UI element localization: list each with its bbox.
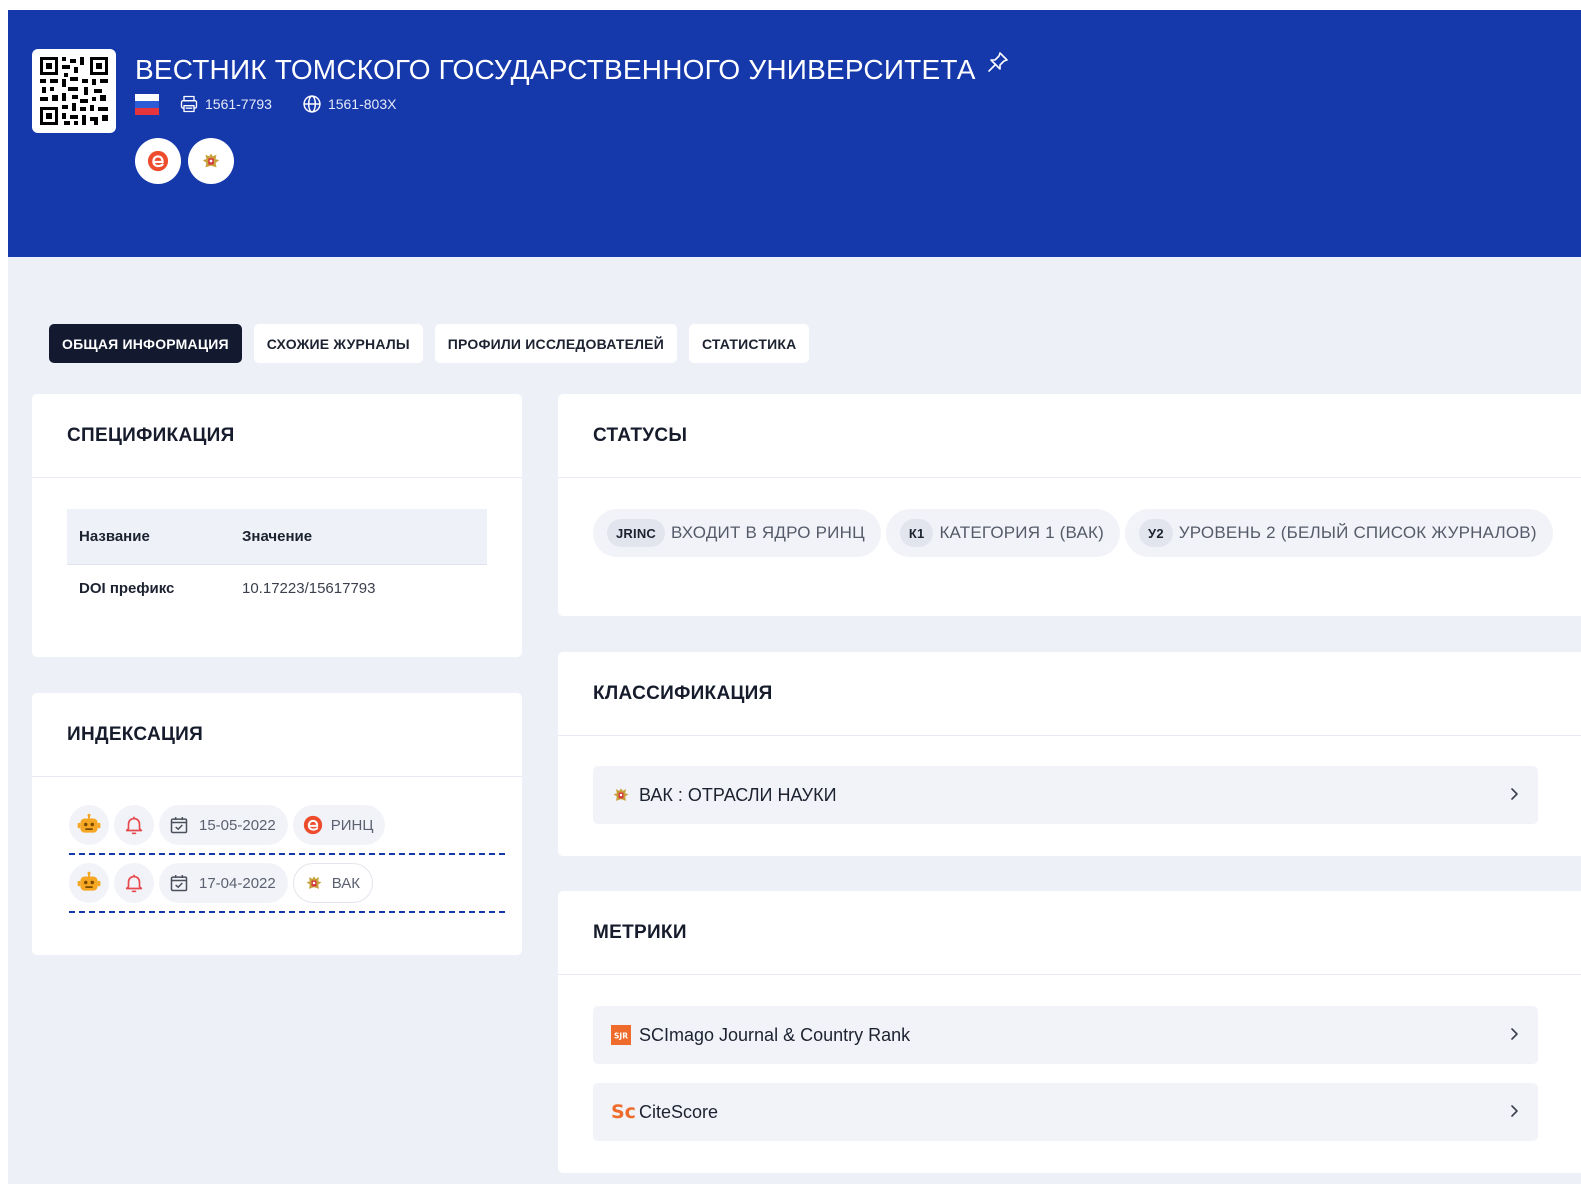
bell-icon — [125, 874, 143, 893]
online-issn: 1561-803X — [302, 94, 397, 114]
section-tabs: ОБЩАЯ ИНФОРМАЦИЯ СХОЖИЕ ЖУРНАЛЫ ПРОФИЛИ … — [49, 324, 821, 363]
robot-icon — [77, 813, 101, 833]
col-name-header: Название — [79, 528, 150, 545]
indexing-row: 15-05-2022 РИНЦ — [69, 797, 505, 855]
robot-button[interactable] — [69, 805, 109, 845]
metric-item-sjr[interactable]: SJR SCImago Journal & Country Rank — [593, 1006, 1538, 1064]
chevron-right-icon — [1511, 788, 1518, 800]
specification-table: Название Значение DOI префикс 10.17223/1… — [67, 509, 487, 611]
qr-code-icon — [40, 57, 108, 125]
elibrary-logo-button[interactable] — [135, 138, 181, 184]
indexing-card: ИНДЕКСАЦИЯ 15-05-2022 РИНЦ 17-04-2022 ВА… — [32, 693, 522, 955]
russia-flag-icon — [135, 94, 159, 115]
calendar-check-icon — [170, 817, 188, 834]
index-source: РИНЦ — [330, 816, 374, 834]
vak-logo-button[interactable] — [188, 138, 234, 184]
journal-meta: 1561-7793 1561-803X — [135, 92, 426, 116]
status-chips: JRINC ВХОДИТ В ЯДРО РИНЦ К1 КАТЕГОРИЯ 1 … — [593, 509, 1558, 557]
sjr-badge-text: SJR — [614, 1032, 628, 1041]
printer-icon — [180, 95, 198, 113]
calendar-check-icon — [170, 875, 188, 892]
journal-title-row: ВЕСТНИК ТОМСКОГО ГОСУДАРСТВЕННОГО УНИВЕР… — [135, 52, 1010, 88]
date-badge: 15-05-2022 — [159, 805, 288, 845]
metric-label: CiteScore — [639, 1101, 719, 1122]
classification-card: КЛАССИФИКАЦИЯ ВАК : ОТРАСЛИ НАУКИ — [558, 652, 1581, 856]
status-label: ВХОДИТ В ЯДРО РИНЦ — [671, 523, 865, 542]
metric-item-citescore[interactable]: Sc CiteScore — [593, 1083, 1538, 1141]
print-issn: 1561-7793 — [179, 94, 272, 114]
citescore-logo-icon: Sc — [611, 1101, 636, 1123]
doi-prefix-label: DOI префикс — [79, 579, 175, 597]
elibrary-logo-icon — [303, 815, 322, 835]
status-code: К1 — [899, 519, 934, 547]
robot-button[interactable] — [69, 863, 109, 903]
journal-title: ВЕСТНИК ТОМСКОГО ГОСУДАРСТВЕННОГО УНИВЕР… — [135, 54, 976, 85]
statuses-title: СТАТУСЫ — [558, 394, 1581, 478]
source-badge-rinc[interactable]: РИНЦ — [292, 805, 386, 845]
date-badge: 17-04-2022 — [159, 863, 288, 903]
page: ВЕСТНИК ТОМСКОГО ГОСУДАРСТВЕННОГО УНИВЕР… — [8, 10, 1581, 1184]
indexing-row: 17-04-2022 ВАК — [69, 855, 505, 913]
online-issn-value: 1561-803X — [327, 96, 397, 112]
tab-statistics[interactable]: СТАТИСТИКА — [688, 324, 810, 363]
chevron-right-icon — [1511, 1028, 1518, 1040]
chevron-right-icon — [1511, 1105, 1518, 1117]
status-chip-u2[interactable]: У2 УРОВЕНЬ 2 (БЕЛЫЙ СПИСОК ЖУРНАЛОВ) — [1125, 509, 1553, 557]
doi-prefix-value: 10.17223/15617793 — [242, 579, 376, 597]
notification-button[interactable] — [114, 805, 154, 845]
metrics-title: МЕТРИКИ — [558, 891, 1581, 975]
table-row: DOI префикс 10.17223/15617793 — [67, 565, 487, 611]
status-chip-jrinc[interactable]: JRINC ВХОДИТ В ЯДРО РИНЦ — [593, 509, 881, 557]
specification-card: СПЕЦИФИКАЦИЯ Название Значение DOI префи… — [32, 394, 522, 657]
notification-button[interactable] — [114, 863, 154, 903]
status-chip-k1[interactable]: К1 КАТЕГОРИЯ 1 (ВАК) — [885, 509, 1121, 557]
metric-label: SCImago Journal & Country Rank — [639, 1024, 911, 1045]
globe-icon — [303, 95, 321, 113]
qr-code[interactable] — [32, 49, 116, 133]
index-date: 15-05-2022 — [199, 816, 276, 834]
tab-general-info[interactable]: ОБЩАЯ ИНФОРМАЦИЯ — [49, 324, 242, 363]
status-label: КАТЕГОРИЯ 1 (ВАК) — [939, 523, 1105, 542]
status-label: УРОВЕНЬ 2 (БЕЛЫЙ СПИСОК ЖУРНАЛОВ) — [1178, 523, 1537, 542]
statuses-card: СТАТУСЫ JRINC ВХОДИТ В ЯДРО РИНЦ К1 КАТЕ… — [558, 394, 1581, 616]
vak-emblem-icon — [306, 876, 322, 889]
table-header: Название Значение — [67, 509, 487, 565]
index-source: ВАК — [331, 874, 360, 892]
elibrary-logo-icon — [147, 150, 169, 172]
bell-icon — [125, 816, 143, 835]
metrics-card: МЕТРИКИ SJR SCImago Journal & Country Ra… — [558, 891, 1581, 1173]
pin-icon[interactable] — [986, 50, 1010, 79]
status-code: JRINC — [607, 519, 666, 547]
indexing-logos — [135, 138, 241, 184]
tab-similar-journals[interactable]: СХОЖИЕ ЖУРНАЛЫ — [253, 324, 423, 363]
col-value-header: Значение — [242, 528, 313, 545]
journal-header: ВЕСТНИК ТОМСКОГО ГОСУДАРСТВЕННОГО УНИВЕР… — [8, 10, 1581, 257]
classification-label: ВАК : ОТРАСЛИ НАУКИ — [639, 784, 837, 805]
classification-title: КЛАССИФИКАЦИЯ — [558, 652, 1581, 736]
index-date: 17-04-2022 — [199, 874, 276, 892]
robot-icon — [77, 871, 101, 891]
sjr-logo-icon: SJR — [611, 1025, 631, 1045]
print-issn-value: 1561-7793 — [205, 96, 272, 112]
tab-researcher-profiles[interactable]: ПРОФИЛИ ИССЛЕДОВАТЕЛЕЙ — [434, 324, 677, 363]
classification-item-vak[interactable]: ВАК : ОТРАСЛИ НАУКИ — [593, 766, 1538, 824]
vak-emblem-icon — [613, 788, 629, 801]
vak-emblem-icon — [202, 153, 220, 168]
status-code: У2 — [1139, 519, 1173, 547]
indexing-title: ИНДЕКСАЦИЯ — [32, 693, 522, 777]
specification-title: СПЕЦИФИКАЦИЯ — [32, 394, 522, 478]
source-badge-vak[interactable]: ВАК — [292, 863, 373, 903]
